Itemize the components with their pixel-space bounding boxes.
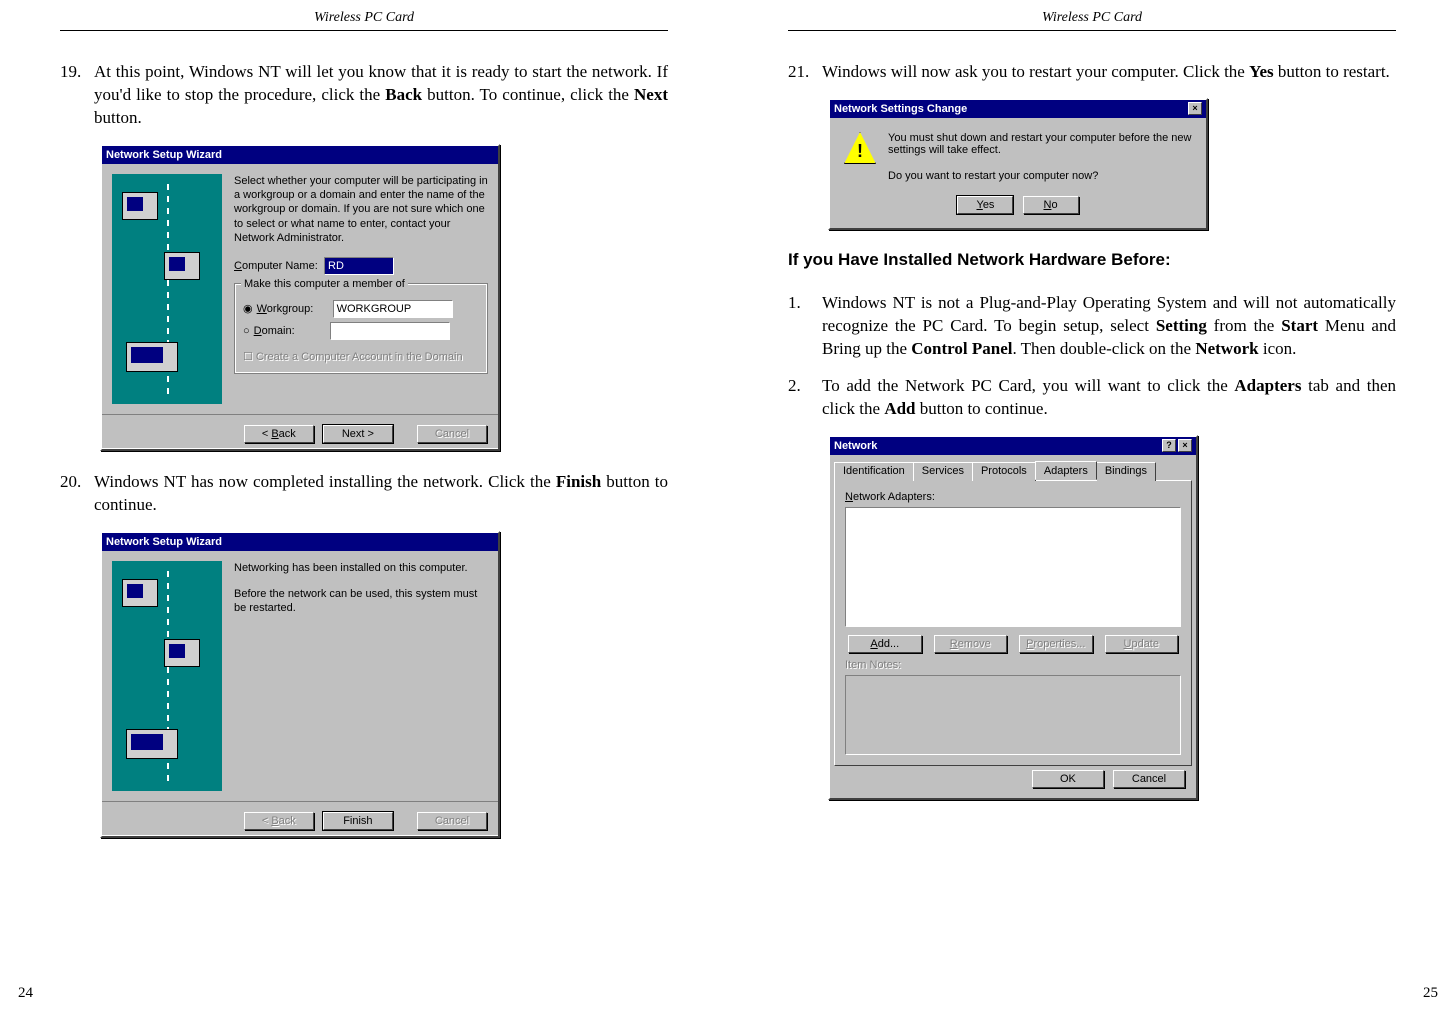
page-right: Wireless PC Card 21. Windows will now as… [728,0,1456,1016]
remove-button: Remove [934,635,1008,653]
member-of-label: Make this computer a member of [241,277,408,291]
step-19-num: 19. [60,61,94,130]
cancel-button: Cancel [417,425,487,443]
create-account-checkbox: ☐ Create a Computer Account in the Domai… [243,350,479,364]
close-icon[interactable]: × [1178,439,1192,452]
update-button: Update [1105,635,1179,653]
wiz2-line1: Networking has been installed on this co… [234,561,488,575]
step-2-num: 2. [788,375,822,421]
add-button[interactable]: Add... [848,635,922,653]
workgroup-input[interactable]: WORKGROUP [333,300,453,318]
title-wizard-1: Network Setup Wizard [106,149,222,161]
page-number-right: 25 [1423,985,1438,1002]
step-21-text: Windows will now ask you to restart your… [822,61,1396,84]
tab-services[interactable]: Services [913,462,973,481]
tab-identification[interactable]: Identification [834,462,914,481]
page-number-left: 24 [18,985,33,1002]
wizard-illustration-2 [112,561,222,791]
dialog-network-settings-change: Network Settings Change × You must shut … [828,98,1208,230]
network-adapters-label: Network Adapters: [845,491,1181,503]
cancel-button-net[interactable]: Cancel [1113,770,1185,788]
step-2: 2. To add the Network PC Card, you will … [788,375,1396,421]
title-wizard-2: Network Setup Wizard [106,536,222,548]
tab-bindings[interactable]: Bindings [1096,462,1156,481]
step-19: 19. At this point, Windows NT will let y… [60,61,668,130]
cancel-button-2: Cancel [417,812,487,830]
page-left: Wireless PC Card 19. At this point, Wind… [0,0,728,1016]
wizard-description: Select whether your computer will be par… [234,174,488,245]
step-1-num: 1. [788,292,822,361]
domain-radio[interactable]: ○ [243,324,250,338]
properties-button: Properties... [1019,635,1093,653]
step-2-text: To add the Network PC Card, you will wan… [822,375,1396,421]
titlebar-msgbox: Network Settings Change × [830,100,1206,118]
workgroup-label[interactable]: Workgroup: [257,302,333,316]
tab-adapters[interactable]: Adapters [1035,461,1097,480]
msgbox-title: Network Settings Change [834,103,967,115]
back-button-2: < Back [244,812,314,830]
msgbox-line1: You must shut down and restart your comp… [888,132,1192,156]
computer-name-label: Computer Name: [234,259,324,273]
domain-input[interactable] [330,322,450,340]
no-button[interactable]: No [1023,196,1079,214]
ok-button[interactable]: OK [1032,770,1104,788]
member-of-group: Make this computer a member of ◉ Workgro… [234,283,488,373]
msgbox-line2: Do you want to restart your computer now… [888,170,1192,182]
step-21-num: 21. [788,61,822,84]
tab-protocols[interactable]: Protocols [972,462,1036,481]
item-notes-label: Item Notes: [845,659,1181,671]
titlebar-wizard-1: Network Setup Wizard [102,146,498,164]
section-heading: If you Have Installed Network Hardware B… [788,250,1396,270]
network-adapters-list[interactable] [845,507,1181,627]
yes-button[interactable]: Yes [957,196,1013,214]
step-1: 1. Windows NT is not a Plug-and-Play Ope… [788,292,1396,361]
step-20: 20. Windows NT has now completed install… [60,471,668,517]
dialog-network-setup-wizard-1: Network Setup Wizard Select whether your… [100,144,500,451]
step-20-text: Windows NT has now completed installing … [94,471,668,517]
titlebar-network: Network ? × [830,437,1196,455]
step-21: 21. Windows will now ask you to restart … [788,61,1396,84]
item-notes-box [845,675,1181,755]
wizard-illustration-1 [112,174,222,404]
warning-icon [844,132,876,164]
workgroup-radio[interactable]: ◉ [243,302,253,316]
page-header-right: Wireless PC Card [788,10,1396,31]
close-icon[interactable]: × [1188,102,1202,115]
network-title: Network [834,440,877,452]
computer-name-input[interactable]: RD [324,257,394,275]
finish-button[interactable]: Finish [323,812,393,830]
dialog-network: Network ? × Identification Services Prot… [828,435,1198,800]
domain-label[interactable]: Domain: [254,324,330,338]
step-20-num: 20. [60,471,94,517]
tabs: Identification Services Protocols Adapte… [830,461,1196,480]
titlebar-wizard-2: Network Setup Wizard [102,533,498,551]
dialog-network-setup-wizard-2: Network Setup Wizard Networking has been… [100,531,500,838]
wiz2-line2: Before the network can be used, this sys… [234,587,488,616]
tab-panel-adapters: Network Adapters: Add... Remove Properti… [834,480,1192,766]
step-1-text: Windows NT is not a Plug-and-Play Operat… [822,292,1396,361]
help-icon[interactable]: ? [1162,439,1176,452]
back-button[interactable]: < Back [244,425,314,443]
step-19-text: At this point, Windows NT will let you k… [94,61,668,130]
next-button[interactable]: Next > [323,425,393,443]
page-header-left: Wireless PC Card [60,10,668,31]
